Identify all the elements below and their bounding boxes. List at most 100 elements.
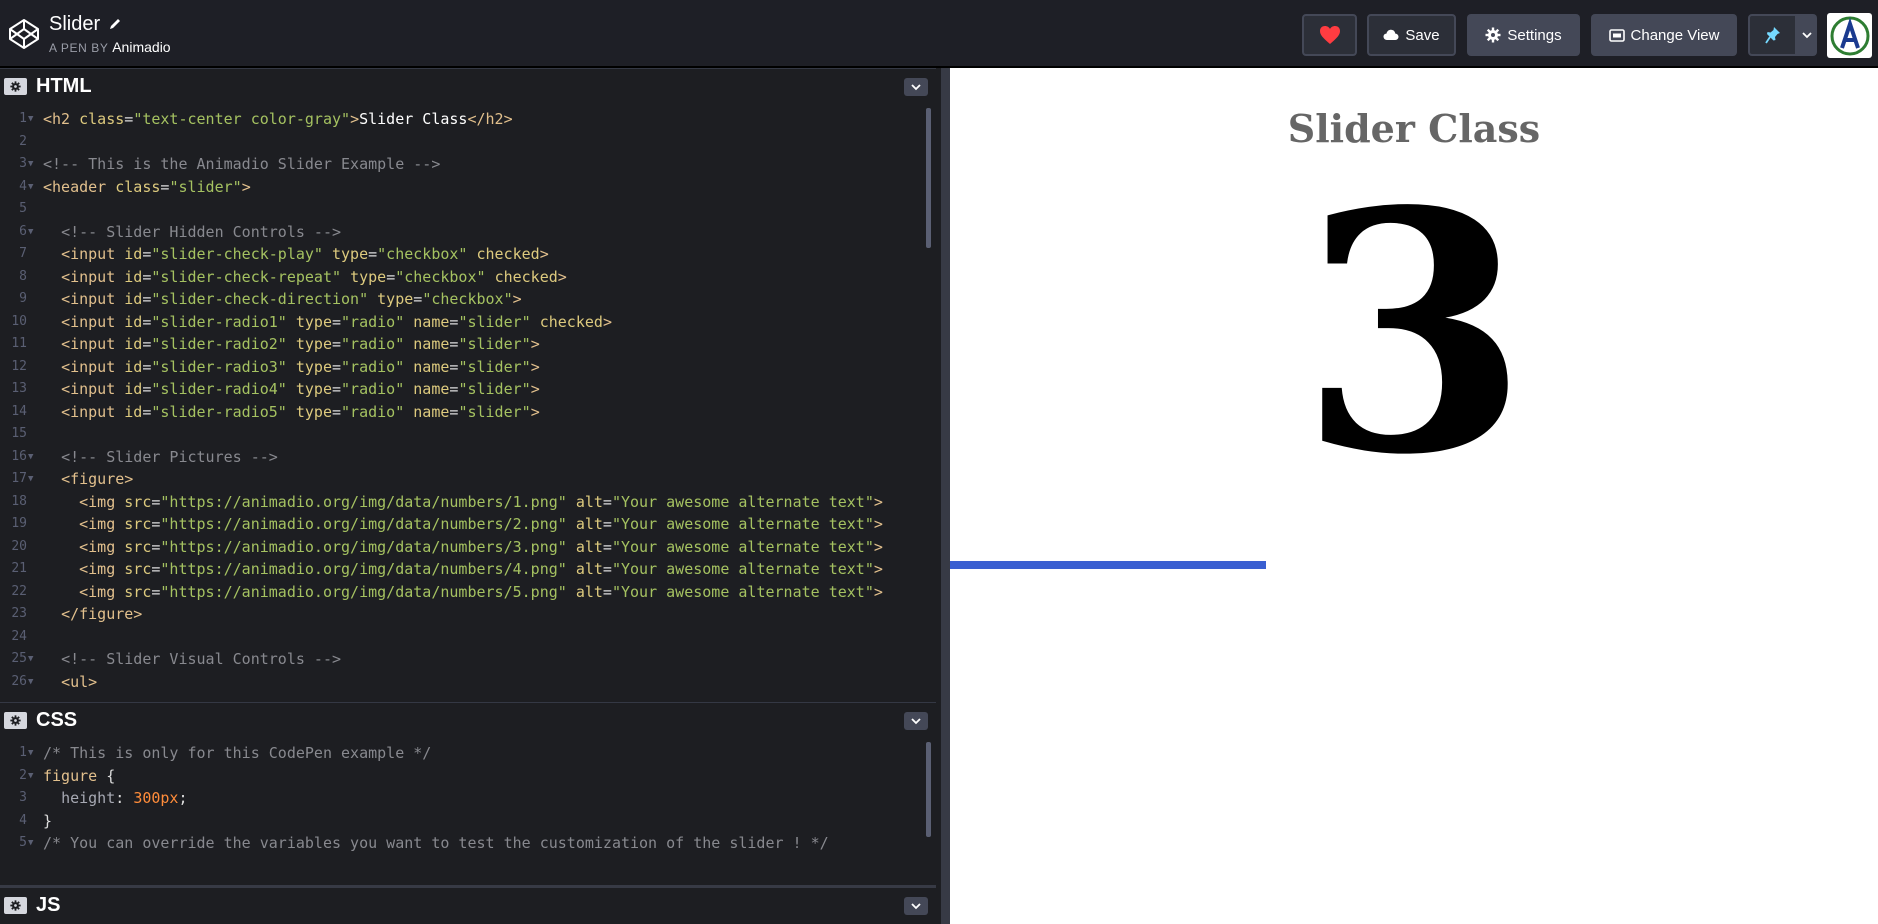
html-code-line[interactable]: 19 <img src = "https://animadio.org/img/da… xyxy=(0,513,936,536)
html-code-line[interactable]: 3 ▼ <!-- This is the Animadio Slider Examp… xyxy=(0,153,936,176)
code-token: <img xyxy=(79,582,125,601)
css-code-editor[interactable]: 1 ▼/* This is only for this CodePen examp… xyxy=(0,742,936,852)
fold-toggle-icon[interactable]: ▼ xyxy=(28,742,33,765)
html-code-line[interactable]: 14 <input id="slider-radio5" type="radio… xyxy=(0,401,936,424)
fold-toggle-icon[interactable]: ▼ xyxy=(28,221,33,244)
html-code-line[interactable]: 1 ▼ <h2 class="text-center color-gray">Sli… xyxy=(0,108,936,131)
save-button[interactable]: Save xyxy=(1367,14,1456,56)
code-token: type xyxy=(295,312,332,331)
code-token: "radio" xyxy=(341,335,405,353)
css-code-line[interactable]: 3 height: 300px; xyxy=(0,787,936,810)
html-code-line[interactable]: 15 xyxy=(0,423,936,446)
html-settings-button[interactable] xyxy=(4,78,27,95)
author-link[interactable]: Animadio xyxy=(112,39,170,55)
chevron-down-icon xyxy=(911,83,921,90)
cloud-icon xyxy=(1383,29,1399,40)
code-token: name xyxy=(413,357,450,376)
fold-toggle-icon[interactable]: ▼ xyxy=(28,648,33,671)
css-code-line[interactable]: 1 ▼ /* This is only for this CodePen examp… xyxy=(0,742,936,765)
html-code-line[interactable]: 7 <input id="slider-check-play" type="ch… xyxy=(0,243,936,266)
html-code-line[interactable]: 20 <img src = "https://animadio.org/img/da… xyxy=(0,536,936,559)
code-token: = xyxy=(602,492,612,511)
html-code-line[interactable]: 6 ▼ <!-- Slider Hidden Controls --> xyxy=(0,221,936,244)
html-code-line[interactable]: 9 <input id = "slider-check-direction" typ… xyxy=(0,288,936,311)
html-code-line[interactable]: 23 </figure> xyxy=(0,603,936,626)
pin-button[interactable] xyxy=(1748,14,1797,56)
editor-resize-handle[interactable] xyxy=(941,68,950,924)
css-code-line[interactable]: 2 ▼ figure { xyxy=(0,765,936,788)
html-code-line[interactable]: 4 ▼ <header class="slider"> xyxy=(0,176,936,199)
code-token: "https://animadio.org/img/data/numbers/4… xyxy=(160,560,567,578)
html-code-line[interactable]: 11 <input id="slider-radio2" type="radio… xyxy=(0,333,936,356)
code-text: <!-- Slider Hidden Controls --> xyxy=(43,221,341,244)
js-pane-header[interactable]: JS xyxy=(0,885,936,919)
js-settings-button[interactable] xyxy=(4,897,27,914)
code-text: /* This is only for this CodePen example… xyxy=(43,742,431,765)
byline-prefix: A PEN BY xyxy=(49,41,109,55)
html-code-line[interactable]: 12 <input id="slider-radio3" type="radio… xyxy=(0,356,936,379)
html-code-line[interactable]: 18 <img src = "https://animadio.org/img/da… xyxy=(0,491,936,514)
html-code-line[interactable]: 22 <img src = "https://animadio.org/img/da… xyxy=(0,581,936,604)
html-code-line[interactable]: 24 xyxy=(0,626,936,649)
line-number: 9 xyxy=(19,291,27,306)
html-code-editor[interactable]: 1 ▼ <h2 class="text-center color-gray">Sli… xyxy=(0,108,936,700)
line-number: 20 xyxy=(11,538,27,554)
html-code-line[interactable]: 26 ▼ <ul> xyxy=(0,671,936,694)
love-button[interactable] xyxy=(1302,14,1357,56)
code-text: <ul> xyxy=(43,671,97,694)
html-code-line[interactable]: 5 xyxy=(0,198,936,221)
html-code-line[interactable]: 2 xyxy=(0,131,936,154)
code-text: <header class="slider"> xyxy=(43,176,251,199)
html-code-line[interactable]: 25 ▼ <!-- Slider Visual Controls --> xyxy=(0,648,936,671)
fold-toggle-icon[interactable]: ▼ xyxy=(28,446,33,469)
code-token: type xyxy=(332,245,369,263)
css-settings-button[interactable] xyxy=(4,712,27,729)
fold-toggle-icon[interactable]: ▼ xyxy=(28,108,33,131)
line-number: 15 xyxy=(11,426,27,441)
html-code-line[interactable]: 8 <input id="slider-check-repeat" type="… xyxy=(0,266,936,289)
css-collapse-button[interactable] xyxy=(904,712,928,730)
html-code-line[interactable]: 17 ▼ <figure> xyxy=(0,468,936,491)
html-code-line[interactable]: 10 <input id="slider-radio1" type="radio… xyxy=(0,311,936,334)
code-text: <h2 class="text-center color-gray">Slide… xyxy=(43,108,513,131)
fold-toggle-icon[interactable]: ▼ xyxy=(28,671,33,694)
html-pane-header[interactable]: HTML xyxy=(0,68,936,102)
css-code-line[interactable]: 4} xyxy=(0,810,936,833)
html-code-line[interactable]: 21 <img src = "https://animadio.org/img/da… xyxy=(0,558,936,581)
js-collapse-button[interactable] xyxy=(904,897,928,915)
code-token: /* This is only for this CodePen example… xyxy=(43,744,432,762)
slider-image-number: 3 xyxy=(1299,139,1529,527)
pen-title[interactable]: Slider xyxy=(49,12,100,36)
fold-toggle-icon[interactable]: ▼ xyxy=(28,765,33,788)
fold-toggle-icon[interactable]: ▼ xyxy=(28,153,33,176)
code-token: = xyxy=(413,290,423,308)
result-preview[interactable]: Slider Class 3 xyxy=(950,68,1878,924)
css-pane-header[interactable]: CSS xyxy=(0,702,936,736)
code-token: = xyxy=(332,357,342,376)
change-view-button[interactable]: Change View xyxy=(1591,14,1737,56)
codepen-logo-icon[interactable] xyxy=(8,18,40,50)
line-number: 19 xyxy=(11,516,27,531)
code-text: <input id="slider-radio3" type="radio" n… xyxy=(43,356,540,379)
fold-toggle-icon[interactable]: ▼ xyxy=(28,176,33,199)
pin-dropdown-button[interactable] xyxy=(1797,14,1817,56)
fold-toggle-icon[interactable]: ▼ xyxy=(28,468,33,491)
code-token: <img xyxy=(79,560,125,578)
editor-column: HTML 1 ▼ <h2 class="text-center color-gray… xyxy=(0,68,941,924)
pencil-icon[interactable] xyxy=(108,17,122,31)
gear-icon xyxy=(10,715,21,726)
user-avatar[interactable] xyxy=(1827,13,1872,58)
css-code-line[interactable]: 5 ▼ /* You can override the variables you … xyxy=(0,832,936,852)
html-code-line[interactable]: 16 ▼ <!-- Slider Pictures --> xyxy=(0,446,936,469)
html-collapse-button[interactable] xyxy=(904,78,928,96)
settings-button[interactable]: Settings xyxy=(1467,14,1580,56)
html-code-line[interactable]: 13 <input id="slider-radio4" type="radio… xyxy=(0,378,936,401)
fold-toggle-icon[interactable]: ▼ xyxy=(28,832,33,852)
code-text: </figure> xyxy=(43,603,142,626)
code-token: <!-- Slider Pictures --> xyxy=(61,447,278,466)
